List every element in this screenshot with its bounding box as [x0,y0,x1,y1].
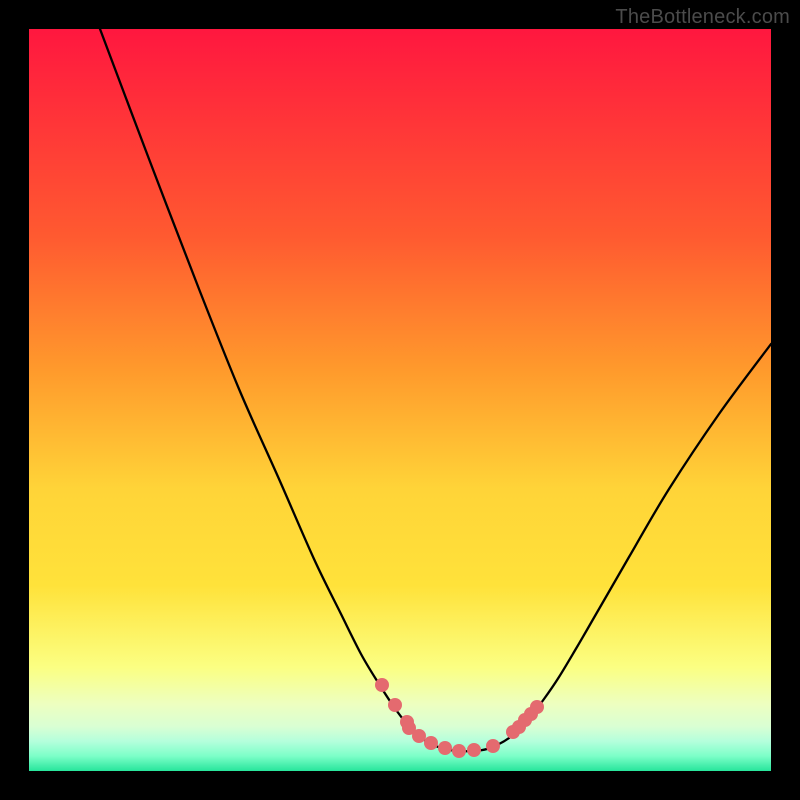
chart-frame: TheBottleneck.com [0,0,800,800]
plot-area [29,29,771,771]
curve-marker [467,743,481,757]
curve-marker [438,741,452,755]
gradient-background [29,29,771,771]
curve-marker [452,744,466,758]
curve-marker [424,736,438,750]
curve-marker [375,678,389,692]
curve-marker [486,739,500,753]
watermark-text: TheBottleneck.com [615,6,790,29]
curve-marker [530,700,544,714]
plot-svg [29,29,771,771]
curve-marker [388,698,402,712]
curve-marker [412,729,426,743]
